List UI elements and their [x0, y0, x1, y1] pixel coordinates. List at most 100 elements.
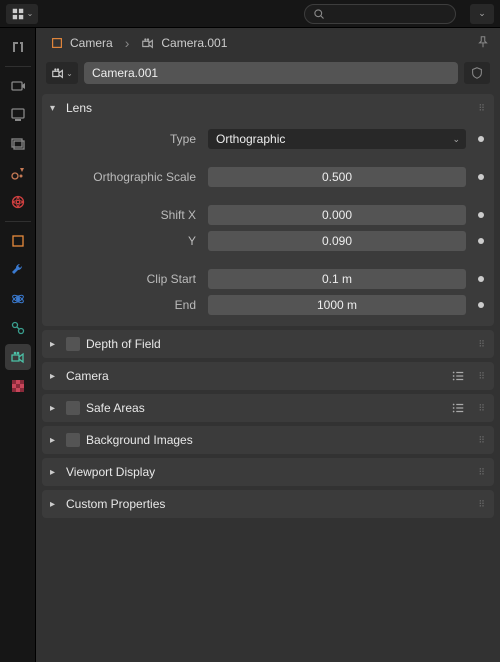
properties-icon [11, 7, 25, 21]
panel-camera: ▸ Camera ⠿ [42, 362, 494, 390]
chevron-down-icon: ⌄ [66, 69, 73, 78]
texture-icon [10, 378, 26, 394]
grip-icon[interactable]: ⠿ [472, 403, 486, 414]
tab-physics[interactable] [5, 286, 31, 312]
tab-scene[interactable] [5, 160, 31, 186]
search-input[interactable] [304, 4, 456, 24]
chevron-down-icon: ⌄ [478, 8, 486, 19]
options-dropdown[interactable]: ⌄ [470, 4, 494, 24]
fake-user-button[interactable] [464, 62, 490, 84]
field-lens-type-value: Orthographic [216, 132, 285, 146]
tab-modifiers[interactable] [5, 257, 31, 283]
panel-depth-of-field: ▸ Depth of Field ⠿ [42, 330, 494, 358]
tool-icon [10, 39, 26, 55]
animate-dot[interactable] [478, 212, 484, 218]
checkbox-safe-areas[interactable] [66, 401, 80, 415]
grip-icon[interactable]: ⠿ [472, 339, 486, 350]
animate-dot[interactable] [478, 174, 484, 180]
tab-object[interactable] [5, 228, 31, 254]
preset-button[interactable] [450, 400, 466, 416]
panel-title: Viewport Display [66, 465, 466, 479]
panel-title: Lens [66, 101, 466, 115]
physics-icon [10, 291, 26, 307]
output-icon [10, 107, 26, 123]
camera-data-icon [51, 66, 65, 80]
disclosure-right-icon: ▸ [50, 371, 60, 382]
chevron-down-icon: ⌄ [452, 134, 460, 145]
panel-safe-areas: ▸ Safe Areas ⠿ [42, 394, 494, 422]
wrench-icon [10, 262, 26, 278]
grip-icon[interactable]: ⠿ [472, 103, 486, 114]
breadcrumb-object[interactable]: Camera [46, 34, 117, 52]
disclosure-right-icon: ▸ [50, 467, 60, 478]
label-type: Type [50, 132, 200, 146]
label-clip-start: Clip Start [50, 272, 200, 286]
checkbox-depth-of-field[interactable] [66, 337, 80, 351]
object-outline-icon [50, 36, 64, 50]
field-clip-start[interactable]: 0.1 m [208, 269, 466, 289]
breadcrumb: Camera › Camera.001 [36, 28, 500, 58]
panel-title: Depth of Field [86, 337, 466, 351]
tab-output[interactable] [5, 102, 31, 128]
preset-button[interactable] [450, 368, 466, 384]
scene-icon [10, 165, 26, 181]
pin-icon [476, 35, 490, 49]
animate-dot[interactable] [478, 136, 484, 142]
animate-dot[interactable] [478, 302, 484, 308]
tab-data-camera[interactable] [5, 344, 31, 370]
label-shift-y: Y [50, 234, 200, 248]
grip-icon[interactable]: ⠿ [472, 371, 486, 382]
camera-data-icon [141, 36, 155, 50]
label-clip-end: End [50, 298, 200, 312]
list-icon [451, 369, 465, 383]
panel-custom-properties: ▸ Custom Properties ⠿ [42, 490, 494, 518]
breadcrumb-data-label: Camera.001 [161, 36, 227, 50]
field-shift-x[interactable]: 0.000 [208, 205, 466, 225]
panel-header-viewport-display[interactable]: ▸ Viewport Display ⠿ [42, 458, 494, 486]
label-shift-x: Shift X [50, 208, 200, 222]
editor-type-selector[interactable]: ⌄ [6, 4, 38, 24]
panel-title: Safe Areas [86, 401, 444, 415]
animate-dot[interactable] [478, 238, 484, 244]
shield-icon [470, 66, 484, 80]
disclosure-right-icon: ▸ [50, 499, 60, 510]
chevron-down-icon: ⌄ [27, 9, 34, 18]
animate-dot[interactable] [478, 276, 484, 282]
pin-button[interactable] [476, 35, 490, 52]
panel-title: Custom Properties [66, 497, 466, 511]
tab-constraints[interactable] [5, 315, 31, 341]
search-icon [313, 8, 325, 20]
panel-header-custom-properties[interactable]: ▸ Custom Properties ⠿ [42, 490, 494, 518]
tab-render[interactable] [5, 73, 31, 99]
disclosure-right-icon: ▸ [50, 339, 60, 350]
panel-header-safe-areas[interactable]: ▸ Safe Areas ⠿ [42, 394, 494, 422]
disclosure-down-icon: ▾ [50, 103, 60, 114]
list-icon [451, 401, 465, 415]
tab-view-layer[interactable] [5, 131, 31, 157]
field-ortho-scale[interactable]: 0.500 [208, 167, 466, 187]
tab-tool[interactable] [5, 34, 31, 60]
properties-tab-strip [0, 28, 36, 662]
world-icon [10, 194, 26, 210]
panel-header-depth-of-field[interactable]: ▸ Depth of Field ⠿ [42, 330, 494, 358]
field-clip-end[interactable]: 1000 m [208, 295, 466, 315]
panel-title: Background Images [86, 433, 466, 447]
breadcrumb-separator: › [125, 35, 130, 51]
panel-header-background-images[interactable]: ▸ Background Images ⠿ [42, 426, 494, 454]
checkbox-background-images[interactable] [66, 433, 80, 447]
tab-texture[interactable] [5, 373, 31, 399]
datablock-name-input[interactable] [84, 62, 458, 84]
breadcrumb-data[interactable]: Camera.001 [137, 34, 231, 52]
camera-data-icon [10, 349, 26, 365]
tab-world[interactable] [5, 189, 31, 215]
panel-header-lens[interactable]: ▾ Lens ⠿ [42, 94, 494, 122]
grip-icon[interactable]: ⠿ [472, 499, 486, 510]
field-lens-type[interactable]: Orthographic ⌄ [208, 129, 466, 149]
panel-background-images: ▸ Background Images ⠿ [42, 426, 494, 454]
panel-header-camera[interactable]: ▸ Camera ⠿ [42, 362, 494, 390]
field-shift-y[interactable]: 0.090 [208, 231, 466, 251]
grip-icon[interactable]: ⠿ [472, 467, 486, 478]
grip-icon[interactable]: ⠿ [472, 435, 486, 446]
datablock-type-button[interactable]: ⌄ [46, 62, 78, 84]
constraint-icon [10, 320, 26, 336]
